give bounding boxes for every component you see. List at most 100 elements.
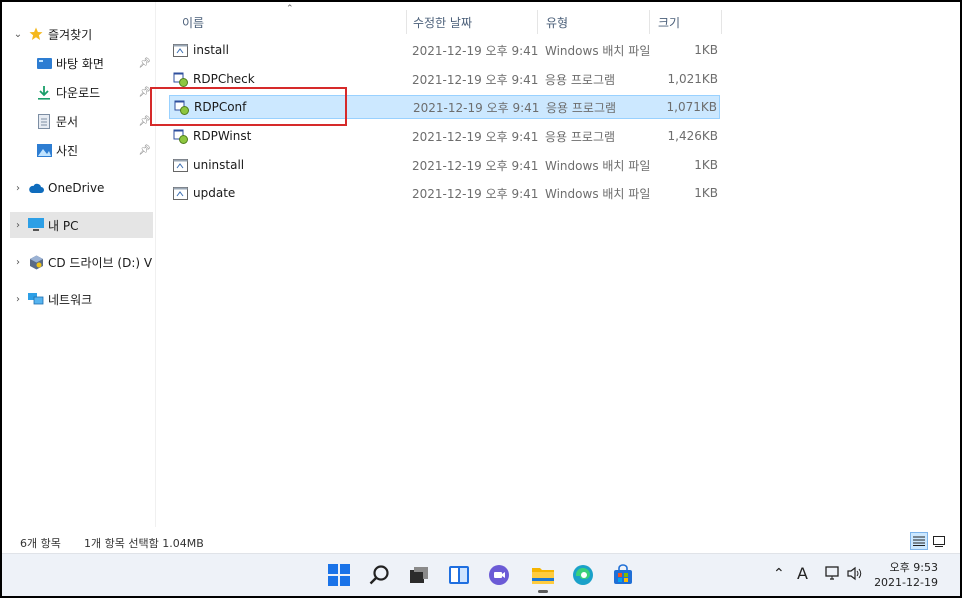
taskbar: ⌃ A 오후 9:53 2021-12-19 [2,553,960,596]
widgets-button[interactable] [446,562,472,588]
search-button[interactable] [366,562,392,588]
file-size: 1KB [694,43,718,57]
star-icon [28,26,44,42]
application-icon [173,129,188,144]
pin-icon: 📌︎ [138,144,151,156]
cloud-icon [28,180,44,196]
file-size: 1KB [694,158,718,172]
download-icon [36,84,52,100]
network-status-icon[interactable] [825,566,841,585]
details-view-icon [913,536,925,546]
column-header-label: 크기 [658,15,681,30]
file-type: Windows 배치 파일 [545,43,651,58]
sidebar-item-label: OneDrive [48,181,105,195]
sidebar-item-label: 다운로드 [56,85,101,100]
document-icon [36,113,52,129]
sidebar-item-pictures[interactable]: 사진 📌︎ [10,137,153,163]
table-row[interactable]: update 2021-12-19 오후 9:41 Windows 배치 파일 … [169,181,720,205]
file-name: RDPCheck [193,72,255,86]
store-icon [614,564,632,584]
desktop-icon [36,55,52,71]
start-button[interactable] [326,562,352,588]
sidebar-item-label: 네트워크 [48,292,93,307]
store-button[interactable] [610,562,636,588]
file-size: 1,071KB [666,100,717,114]
sidebar-item-label: 사진 [56,143,79,158]
batch-file-icon [173,186,188,200]
chevron-down-icon[interactable]: ⌄ [10,29,26,40]
widgets-icon [449,566,469,584]
sidebar-item-cd-drive[interactable]: › CD 드라이브 (D:) V [10,249,153,275]
sidebar-item-documents[interactable]: 문서 📌︎ [10,108,153,134]
system-clock[interactable]: 오후 9:53 2021-12-19 [874,560,938,590]
chevron-right-icon[interactable]: › [10,257,26,268]
file-name: RDPWinst [193,129,252,143]
sidebar-item-label: 내 PC [48,218,79,233]
file-name-cell: uninstall [173,158,244,173]
file-type: 응용 프로그램 [545,72,616,87]
file-explorer-window: ⌄ 즐겨찾기 바탕 화면 📌︎ 다운로드 📌︎ 문서 📌︎ 사진 📌︎ › On… [2,2,960,596]
file-type: Windows 배치 파일 [545,186,651,201]
file-date: 2021-12-19 오후 9:41 [412,129,539,144]
chat-icon [489,565,509,585]
pin-icon: 📌︎ [138,57,151,69]
sidebar-item-network[interactable]: › 네트워크 [10,286,153,312]
file-name: uninstall [193,158,245,172]
column-header-name[interactable]: 이름 [174,10,407,34]
edge-icon [573,565,593,585]
file-type: Windows 배치 파일 [545,158,651,173]
file-name-cell: RDPWinst [173,129,251,144]
task-view-button[interactable] [406,562,432,588]
sidebar-item-label: 바탕 화면 [56,56,104,71]
column-header-size[interactable]: 크기 [650,10,722,34]
file-name: update [193,186,236,200]
file-date: 2021-12-19 오후 9:41 [413,100,540,115]
file-name-cell: RDPCheck [173,72,255,87]
sidebar-item-this-pc[interactable]: › 내 PC [10,212,153,238]
picture-icon [36,142,52,158]
chevron-right-icon[interactable]: › [10,183,26,194]
file-date: 2021-12-19 오후 9:41 [412,43,539,58]
chat-button[interactable] [486,562,512,588]
large-icons-view-icon [933,535,945,547]
file-date: 2021-12-19 오후 9:41 [412,158,539,173]
task-view-icon [410,567,428,583]
clock-time: 오후 9:53 [889,561,938,574]
file-date: 2021-12-19 오후 9:41 [412,72,539,87]
sidebar-item-favorites[interactable]: ⌄ 즐겨찾기 [10,21,153,47]
table-row[interactable]: install 2021-12-19 오후 9:41 Windows 배치 파일… [169,38,720,62]
batch-file-icon [173,43,188,57]
navigation-pane: ⌄ 즐겨찾기 바탕 화면 📌︎ 다운로드 📌︎ 문서 📌︎ 사진 📌︎ › On… [2,2,155,527]
edge-browser-button[interactable] [570,562,596,588]
column-header-label: 유형 [546,15,569,30]
batch-file-icon [173,158,188,172]
table-row[interactable]: RDPWinst 2021-12-19 오후 9:41 응용 프로그램 1,42… [169,124,720,148]
chevron-right-icon[interactable]: › [10,294,26,305]
large-icons-view-button[interactable] [930,532,948,550]
file-explorer-taskbar-button[interactable] [530,562,556,593]
file-name-cell: install [173,43,229,58]
item-count: 6개 항목 [20,537,61,550]
clock-date: 2021-12-19 [874,576,938,589]
chevron-right-icon[interactable]: › [10,220,26,231]
file-size: 1,021KB [667,72,718,86]
table-row[interactable]: uninstall 2021-12-19 오후 9:41 Windows 배치 … [169,153,720,177]
column-header-date[interactable]: 수정한 날짜 [405,10,538,34]
application-icon [173,72,188,87]
show-hidden-icons-button[interactable]: ⌃ [773,566,785,582]
volume-icon[interactable] [847,566,863,585]
details-view-button[interactable] [910,532,928,550]
sidebar-item-label: 즐겨찾기 [48,27,93,42]
pane-divider[interactable] [155,2,156,527]
column-header-type[interactable]: 유형 [538,10,650,34]
ime-indicator[interactable]: A [797,564,808,583]
sidebar-item-onedrive[interactable]: › OneDrive [10,175,153,201]
selection-info: 1개 항목 선택함 1.04MB [84,537,204,550]
file-name-cell: update [173,186,235,201]
sidebar-item-desktop[interactable]: 바탕 화면 📌︎ [10,50,153,76]
folder-icon [532,568,554,584]
file-name: install [193,43,229,57]
sidebar-item-downloads[interactable]: 다운로드 📌︎ [10,79,153,105]
column-header-label: 이름 [182,15,205,30]
file-size: 1KB [694,186,718,200]
